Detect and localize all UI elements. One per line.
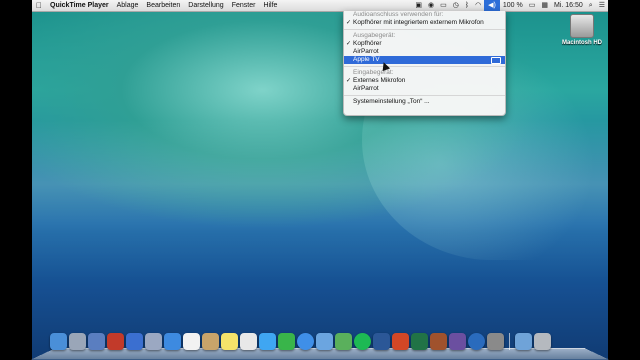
menu-item-label: AirParrot: [353, 48, 379, 55]
maps-icon[interactable]: [335, 333, 352, 350]
menu-item-label: Kopfhörer mit integriertem externem Mikr…: [353, 19, 484, 26]
menu-item-output-headphones[interactable]: ✓ Kopfhörer: [344, 40, 505, 48]
dock-icons: [50, 333, 551, 350]
launchpad-icon[interactable]: [69, 333, 86, 350]
checkmark-icon: ✓: [346, 20, 352, 26]
system-preferences-icon[interactable]: [487, 333, 504, 350]
menu-item-label: Apple TV: [353, 56, 380, 63]
status-extra-icon-2[interactable]: ◉: [425, 0, 437, 11]
menu-darstellung[interactable]: Darstellung: [184, 0, 227, 11]
audio-dropdown-menu: Audioanschluss verwenden für: ✓ Kopfhöre…: [343, 11, 506, 116]
battery-status[interactable]: 100 %: [500, 0, 526, 11]
status-area: ▣ ◉ ▭ ◷ ᛒ ◠ ◀) 100 % ▭ ▦ Mi. 16:50 ⌕ ☰: [412, 0, 608, 11]
menu-fenster[interactable]: Fenster: [228, 0, 260, 11]
volume-icon[interactable]: ◀): [484, 0, 500, 11]
keynote-icon[interactable]: [430, 333, 447, 350]
photo-booth-icon[interactable]: [107, 333, 124, 350]
wifi-icon[interactable]: ◠: [472, 0, 484, 11]
dock: [30, 331, 610, 360]
menu-item-input-external-mic[interactable]: ✓ Externes Mikrofon: [344, 77, 505, 85]
airplay-display-icon: [491, 57, 501, 64]
quicktime-icon[interactable]: [468, 333, 485, 350]
menu-item-output-airparrot[interactable]: AirParrot: [344, 48, 505, 56]
contacts-icon[interactable]: [202, 333, 219, 350]
app-store-icon[interactable]: [164, 333, 181, 350]
hd-label: Macintosh HD: [561, 40, 602, 46]
safari-icon[interactable]: [297, 333, 314, 350]
header-input: Eingabegerät:: [353, 69, 394, 76]
menu-divider: [344, 29, 505, 30]
messages-icon[interactable]: [259, 333, 276, 350]
downloads-folder-icon[interactable]: [515, 333, 532, 350]
notification-center-icon[interactable]: ☰: [596, 0, 608, 11]
app-menu[interactable]: QuickTime Player: [46, 0, 113, 11]
hard-drive-icon: [570, 14, 594, 38]
mission-control-icon[interactable]: [88, 333, 105, 350]
calendar-icon[interactable]: [183, 333, 200, 350]
menu-hilfe[interactable]: Hilfe: [259, 0, 281, 11]
spotify-icon[interactable]: [354, 333, 371, 350]
facetime-icon[interactable]: [278, 333, 295, 350]
excel-icon[interactable]: [411, 333, 428, 350]
menu-divider: [344, 95, 505, 96]
menu-item-output-apple-tv[interactable]: Apple TV: [344, 56, 505, 64]
status-airplay-icon[interactable]: ▭: [437, 0, 450, 11]
notes-icon[interactable]: [221, 333, 238, 350]
status-extra-icon[interactable]: ▣: [412, 0, 425, 11]
menu-divider: [344, 66, 505, 67]
mail-icon[interactable]: [316, 333, 333, 350]
header-output-connection: Audioanschluss verwenden für:: [353, 11, 444, 18]
menu-item-headphones-mic[interactable]: ✓ Kopfhörer mit integriertem externem Mi…: [344, 19, 505, 27]
trash-icon[interactable]: [534, 333, 551, 350]
finder-icon[interactable]: [50, 333, 67, 350]
word-icon[interactable]: [373, 333, 390, 350]
menu-item-input-airparrot[interactable]: AirParrot: [344, 85, 505, 93]
menu-item-system-prefs-sound[interactable]: Systemeinstellung „Ton“ ...: [344, 98, 505, 106]
powerpoint-icon[interactable]: [392, 333, 409, 350]
apple-menu-icon[interactable]: : [32, 0, 46, 11]
menu-item-label: Kopfhörer: [353, 40, 382, 47]
checkmark-icon: ✓: [346, 78, 352, 84]
imovie-icon[interactable]: [449, 333, 466, 350]
menu-ablage[interactable]: Ablage: [113, 0, 143, 11]
clock[interactable]: Mi. 16:50: [551, 0, 586, 11]
bluetooth-icon[interactable]: ᛒ: [462, 0, 472, 11]
input-flag-icon[interactable]: ▦: [538, 0, 551, 11]
spotlight-icon[interactable]: ⌕: [586, 0, 596, 11]
menu-bearbeiten[interactable]: Bearbeiten: [142, 0, 184, 11]
menu-item-label: AirParrot: [353, 85, 379, 92]
desktop-wallpaper: [32, 0, 608, 360]
reminders-icon[interactable]: [240, 333, 257, 350]
menu-item-label: Externes Mikrofon: [353, 77, 406, 84]
time-machine-icon[interactable]: ◷: [450, 0, 462, 11]
menu-bar:  QuickTime Player Ablage Bearbeiten Dar…: [32, 0, 608, 12]
header-output: Ausgabegerät:: [353, 32, 396, 39]
macintosh-hd-desktop-icon[interactable]: Macintosh HD: [560, 14, 604, 46]
itunes-icon[interactable]: [126, 333, 143, 350]
preview-icon[interactable]: [145, 333, 162, 350]
battery-icon[interactable]: ▭: [526, 0, 539, 11]
dock-separator: [509, 333, 510, 350]
checkmark-icon: ✓: [346, 41, 352, 47]
